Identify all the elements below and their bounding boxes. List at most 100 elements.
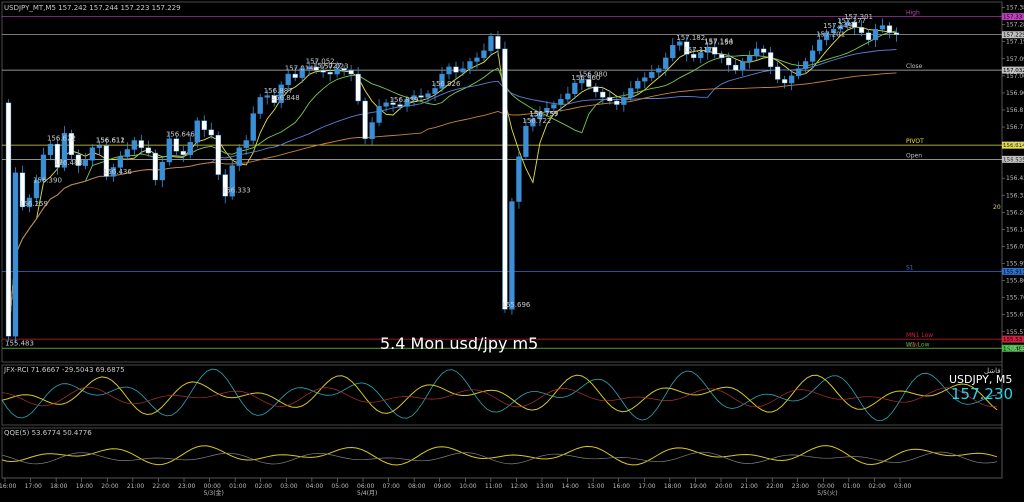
- swing-label: 156.488: [54, 159, 83, 167]
- candle-body: [152, 152, 158, 181]
- candle-body: [285, 73, 291, 86]
- x-tick-label: 16:00: [613, 483, 630, 490]
- qqe-panel-frame: [1, 427, 1003, 479]
- x-tick-label: 03:00: [894, 483, 911, 490]
- price-chart[interactable]: High157.33157.229Close157.032PIVOT156.61…: [0, 0, 1024, 502]
- swing-label: 157.182: [676, 34, 705, 42]
- level-name: S1: [906, 264, 914, 271]
- candle-body: [719, 54, 725, 59]
- candle-body: [355, 73, 361, 102]
- candle-body: [516, 156, 522, 202]
- y-tick-label: 157.095: [1006, 56, 1024, 63]
- x-tick-label: 15:00: [587, 483, 604, 490]
- oscillator-line: [1, 374, 998, 416]
- candle-body: [816, 39, 823, 51]
- candle-body: [194, 120, 200, 143]
- swing-label: 156.333: [222, 187, 251, 195]
- candle-body: [47, 143, 54, 156]
- x-tick-label: 03:00: [280, 483, 297, 490]
- y-tick-label: 156.335: [1006, 192, 1024, 199]
- x-tick-label: 17:00: [25, 483, 42, 490]
- x-tick-label: 18:00: [50, 483, 67, 490]
- candle-body: [600, 91, 606, 98]
- candle-body: [5, 102, 12, 337]
- y-tick-label: 156.525: [1006, 158, 1024, 165]
- candle-body: [879, 25, 886, 30]
- candle-body: [614, 100, 620, 105]
- x-tick-label: 08:00: [408, 483, 425, 490]
- x-date-label: 5/4(月): [357, 490, 377, 497]
- swing-label: 157.201: [816, 31, 845, 39]
- candle-body: [558, 98, 564, 105]
- candle-body: [767, 52, 774, 68]
- swing-label: 156.390: [33, 176, 62, 184]
- x-tick-label: 05:00: [331, 483, 348, 490]
- rci-panel-frame: [1, 364, 1003, 426]
- candle-body: [872, 28, 879, 41]
- candle-body: [795, 68, 802, 77]
- y-tick-label: 155.670: [1006, 312, 1024, 319]
- candle-body: [432, 88, 438, 94]
- candle-body: [292, 73, 298, 78]
- x-tick-label: 22:00: [152, 483, 169, 490]
- swing-label: 157.164: [704, 37, 733, 45]
- candle-body: [327, 72, 333, 75]
- time-axis-labels: 16:00 17:00 18:00 19:00 20:00 21:00 22:00 23:00…: [0, 478, 911, 497]
- candle-body: [733, 64, 739, 71]
- candle-body: [663, 57, 669, 69]
- candle-body: [12, 172, 19, 337]
- candle-body: [215, 134, 221, 175]
- candle-body: [159, 161, 165, 181]
- candle-body: [488, 36, 494, 51]
- x-tick-label: 00:00: [204, 483, 221, 490]
- candle-body: [649, 72, 655, 78]
- candle-body: [376, 106, 382, 123]
- x-date-label: 5/3(金): [204, 489, 224, 497]
- x-tick-label: 01:00: [843, 483, 860, 490]
- x-tick-label: 01:00: [229, 483, 246, 490]
- ma-line: [8, 48, 897, 337]
- x-date-label: 5/5(火): [817, 490, 837, 497]
- x-tick-label: 12:00: [510, 483, 527, 490]
- candle-body: [635, 81, 641, 89]
- level-name: MN1 Low: [906, 332, 933, 339]
- candle-body: [865, 32, 872, 41]
- level-name: Close: [906, 63, 923, 70]
- countdown-text: 20: [993, 204, 1001, 211]
- swing-label: 156.612: [96, 137, 125, 145]
- candle-body: [369, 122, 375, 139]
- candle-body: [809, 50, 816, 62]
- candle-body: [362, 100, 368, 139]
- swing-label: 155.483: [5, 339, 34, 347]
- candle-body: [131, 140, 138, 150]
- x-tick-label: 21:00: [741, 483, 758, 490]
- candle-body: [208, 129, 214, 136]
- candle-body: [145, 147, 151, 154]
- swing-label: 156.960: [571, 74, 600, 82]
- y-tick-label: 156.810: [1006, 107, 1024, 114]
- candle-body: [173, 138, 179, 152]
- qqe-header: QQE(5) 53.6774 50.4776: [4, 429, 92, 437]
- x-tick-label: 09:00: [434, 483, 451, 490]
- candle-body: [82, 160, 89, 166]
- candle-body: [418, 95, 424, 98]
- swing-label: 157.277: [837, 17, 866, 25]
- x-tick-label: 23:00: [792, 483, 809, 490]
- swing-label: 156.622: [47, 135, 76, 143]
- y-tick-label: 156.240: [1006, 209, 1024, 216]
- candle-body: [565, 93, 571, 100]
- candle-body: [257, 97, 263, 114]
- candle-body: [187, 142, 193, 156]
- candle-body: [467, 61, 473, 69]
- swing-label: 157.023: [320, 63, 349, 71]
- candle-body: [348, 70, 354, 75]
- ma-line: [8, 30, 897, 337]
- swing-label: 156.436: [103, 168, 132, 176]
- x-tick-label: 20:00: [715, 483, 732, 490]
- x-tick-label: 07:00: [383, 483, 400, 490]
- x-tick-label: 22:00: [766, 483, 783, 490]
- x-tick-label: 06:00: [357, 483, 374, 490]
- x-tick-label: 10:00: [459, 483, 476, 490]
- y-tick-label: 156.145: [1006, 226, 1024, 233]
- candle-body: [893, 32, 900, 35]
